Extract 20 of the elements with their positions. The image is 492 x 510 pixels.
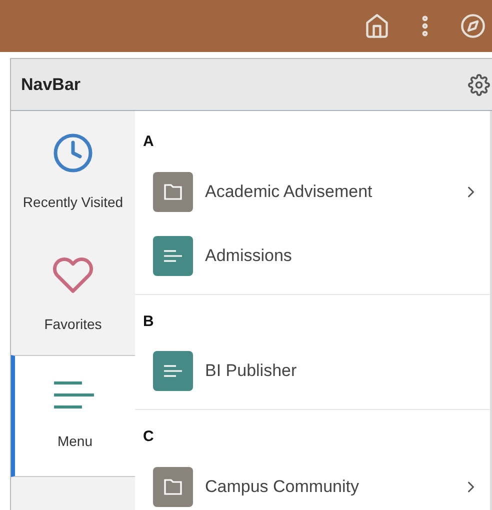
menu-item[interactable]: Admissions [135,224,490,288]
menu-item[interactable]: Campus Community [135,454,490,510]
folder-icon [153,466,193,506]
document-icon [153,236,193,276]
document-icon [153,351,193,391]
menu-icon [54,380,96,408]
compass-icon[interactable] [460,13,486,39]
section-letter: C [142,427,155,447]
sidebar-tab[interactable]: Menu [11,355,135,477]
panel-title: NavBar [21,74,81,96]
section-letter: B [142,312,155,332]
menu-item[interactable]: Academic Advisement [135,160,490,224]
menu-item[interactable]: BI Publisher [135,339,490,403]
sidebar-tab[interactable]: Recently Visited [11,111,135,233]
section-letter: A [142,132,155,152]
clock-icon [52,132,94,174]
settings-icon[interactable] [468,74,490,96]
home-icon[interactable] [364,13,390,39]
sidebar-tab[interactable]: Favorites [11,233,135,355]
folder-icon [153,172,193,212]
